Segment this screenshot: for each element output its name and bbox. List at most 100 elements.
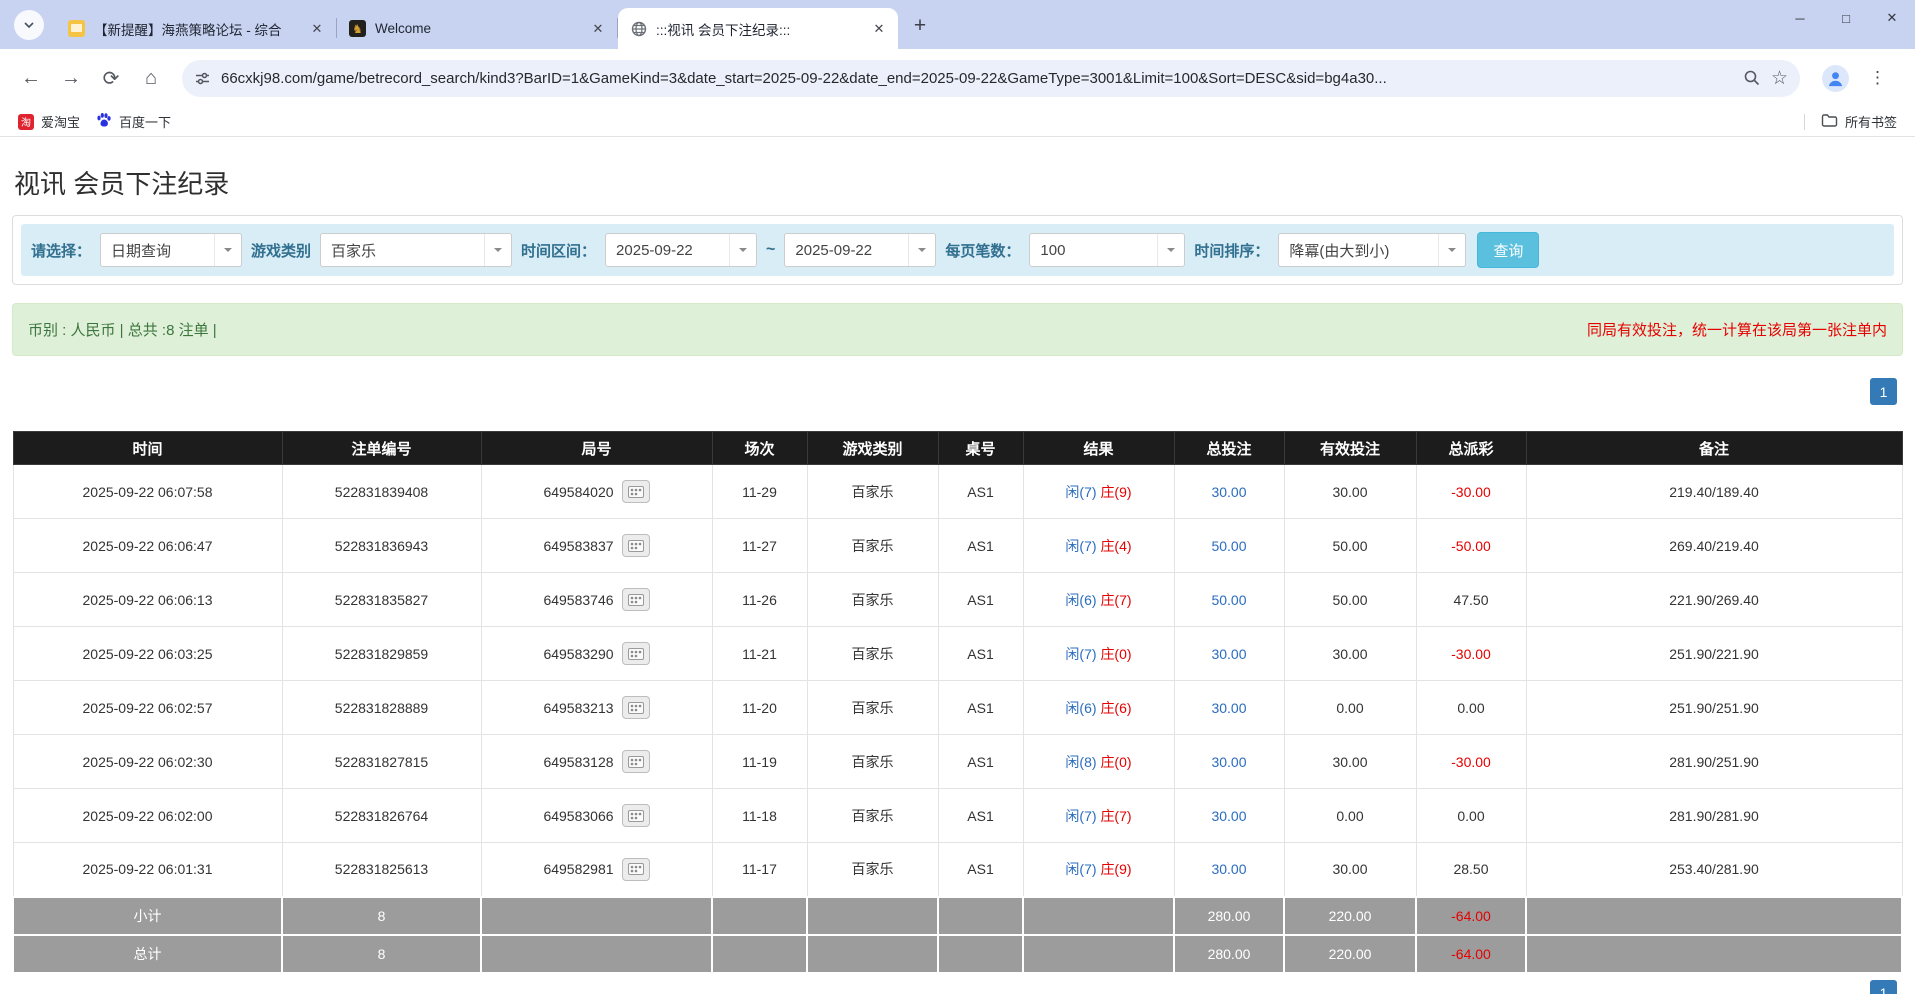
- close-button[interactable]: ✕: [1869, 0, 1915, 36]
- tab-close-icon[interactable]: ✕: [870, 20, 888, 38]
- page-title: 视讯 会员下注纪录: [14, 164, 1903, 201]
- tab-search-button[interactable]: [14, 10, 44, 40]
- bet-records-table: 时间注单编号局号场次游戏类别桌号结果总投注有效投注总派彩备注2025-09-22…: [12, 431, 1903, 974]
- total-bet-cell[interactable]: 50.00: [1174, 573, 1284, 627]
- site-info-icon[interactable]: [194, 70, 211, 87]
- bet-time-cell: 2025-09-22 06:02:00: [13, 789, 282, 843]
- session-cell: 11-27: [712, 519, 807, 573]
- session-cell: 11-18: [712, 789, 807, 843]
- page-1-button[interactable]: 1: [1870, 980, 1897, 994]
- column-header: 总派彩: [1416, 432, 1526, 465]
- back-button[interactable]: ←: [14, 61, 48, 95]
- address-bar[interactable]: 66cxkj98.com/game/betrecord_search/kind3…: [182, 60, 1800, 97]
- per-page-select[interactable]: 100: [1029, 233, 1185, 267]
- tab-welcome[interactable]: ♞ Welcome ✕: [337, 8, 617, 49]
- currency-summary-text: 币别 : 人民币 | 总共 :8 注单 |: [28, 319, 217, 340]
- browser-menu-icon[interactable]: ⋮: [1869, 68, 1886, 88]
- round-number-cell: 649582981: [481, 843, 712, 897]
- profile-avatar[interactable]: [1822, 65, 1849, 92]
- round-number-cell: 649583213: [481, 681, 712, 735]
- game-category-select[interactable]: 百家乐: [320, 233, 512, 267]
- note-cell: 281.90/251.90: [1526, 735, 1902, 789]
- all-bookmarks-label: 所有书签: [1845, 112, 1897, 131]
- column-header: 有效投注: [1284, 432, 1416, 465]
- mail-favicon-icon: [68, 20, 85, 37]
- sort-select[interactable]: 降冪(由大到小): [1278, 233, 1466, 267]
- game-category-cell: 百家乐: [807, 627, 938, 681]
- maximize-button[interactable]: □: [1823, 0, 1869, 36]
- tab-close-icon[interactable]: ✕: [589, 20, 607, 38]
- game-category-cell: 百家乐: [807, 465, 938, 519]
- road-map-icon[interactable]: [622, 534, 650, 557]
- sort-label: 时间排序：: [1194, 240, 1269, 261]
- total-bet-cell[interactable]: 30.00: [1174, 789, 1284, 843]
- bet-record-row: 2025-09-22 06:07:58522831839408649584020…: [13, 465, 1902, 519]
- search-button[interactable]: 查询: [1477, 232, 1539, 268]
- valid-bet-cell: 30.00: [1284, 735, 1416, 789]
- column-header: 桌号: [938, 432, 1023, 465]
- valid-bet-cell: 30.00: [1284, 465, 1416, 519]
- bet-id-cell: 522831828889: [282, 681, 481, 735]
- tab-close-icon[interactable]: ✕: [308, 20, 326, 38]
- road-map-icon[interactable]: [622, 696, 650, 719]
- column-header: 场次: [712, 432, 807, 465]
- total-bet-cell[interactable]: 30.00: [1174, 465, 1284, 519]
- new-tab-button[interactable]: +: [906, 12, 934, 40]
- tab-betrecord-active[interactable]: :::视讯 会员下注纪录::: ✕: [618, 8, 898, 49]
- minimize-button[interactable]: ─: [1777, 0, 1823, 36]
- tab-title: :::视讯 会员下注纪录:::: [656, 19, 861, 39]
- forward-button[interactable]: →: [54, 61, 88, 95]
- road-map-icon[interactable]: [622, 642, 650, 665]
- bet-id-cell: 522831829859: [282, 627, 481, 681]
- bet-record-row: 2025-09-22 06:06:47522831836943649583837…: [13, 519, 1902, 573]
- chevron-down-icon: [1438, 234, 1465, 266]
- filter-panel: 请选择： 日期查询 游戏类别 百家乐 时间区间： 2025-09-22 ~ 20…: [12, 215, 1903, 285]
- home-button[interactable]: ⌂: [134, 61, 168, 95]
- total-row: 总计8280.00220.00-64.00: [13, 935, 1902, 973]
- filter-bar: 请选择： 日期查询 游戏类别 百家乐 时间区间： 2025-09-22 ~ 20…: [21, 224, 1894, 276]
- date-start-select[interactable]: 2025-09-22: [605, 233, 757, 267]
- tab-forum[interactable]: 【新提醒】海燕策略论坛 - 综合 ✕: [56, 8, 336, 49]
- chevron-down-icon: [729, 234, 756, 266]
- road-map-icon[interactable]: [622, 480, 650, 503]
- bet-record-row: 2025-09-22 06:02:57522831828889649583213…: [13, 681, 1902, 735]
- pagination-top: 1: [12, 378, 1903, 405]
- reload-button[interactable]: ⟳: [94, 61, 128, 95]
- bookmark-baidu[interactable]: 百度一下: [88, 109, 179, 134]
- road-map-icon[interactable]: [622, 588, 650, 611]
- table-number-cell: AS1: [938, 735, 1023, 789]
- date-end-select[interactable]: 2025-09-22: [784, 233, 936, 267]
- road-map-icon[interactable]: [622, 858, 650, 881]
- session-cell: 11-17: [712, 843, 807, 897]
- road-map-icon[interactable]: [622, 804, 650, 827]
- url-text[interactable]: 66cxkj98.com/game/betrecord_search/kind3…: [221, 70, 1733, 87]
- game-category-cell: 百家乐: [807, 681, 938, 735]
- bookmark-star-icon[interactable]: ☆: [1771, 67, 1788, 90]
- column-header: 结果: [1023, 432, 1174, 465]
- road-map-icon[interactable]: [622, 750, 650, 773]
- total-bet-cell[interactable]: 30.00: [1174, 735, 1284, 789]
- footer-empty-cell: [481, 935, 712, 973]
- payout-cell: -30.00: [1416, 735, 1526, 789]
- valid-bet-cell: 30.00: [1284, 843, 1416, 897]
- total-bet-cell[interactable]: 30.00: [1174, 681, 1284, 735]
- bookmark-taobao[interactable]: 淘 爱淘宝: [10, 109, 88, 134]
- chevron-down-icon: [23, 19, 35, 31]
- table-number-cell: AS1: [938, 465, 1023, 519]
- zoom-icon[interactable]: [1743, 69, 1761, 87]
- page-1-button[interactable]: 1: [1870, 378, 1897, 405]
- query-type-select[interactable]: 日期查询: [100, 233, 242, 267]
- total-bet-cell[interactable]: 30.00: [1174, 843, 1284, 897]
- total-bet-cell[interactable]: 30.00: [1174, 627, 1284, 681]
- bet-id-cell: 522831825613: [282, 843, 481, 897]
- footer-empty-cell: [1526, 935, 1902, 973]
- column-header: 备注: [1526, 432, 1902, 465]
- summary-bar: 币别 : 人民币 | 总共 :8 注单 | 同局有效投注，统一计算在该局第一张注…: [12, 303, 1903, 356]
- total-bet-cell[interactable]: 50.00: [1174, 519, 1284, 573]
- bet-id-cell: 522831839408: [282, 465, 481, 519]
- result-cell: 闲(8) 庄(0): [1023, 735, 1174, 789]
- table-header-row: 时间注单编号局号场次游戏类别桌号结果总投注有效投注总派彩备注: [13, 432, 1902, 465]
- all-bookmarks-button[interactable]: 所有书签: [1813, 109, 1905, 134]
- window-controls: ─ □ ✕: [1777, 0, 1915, 36]
- table-number-cell: AS1: [938, 681, 1023, 735]
